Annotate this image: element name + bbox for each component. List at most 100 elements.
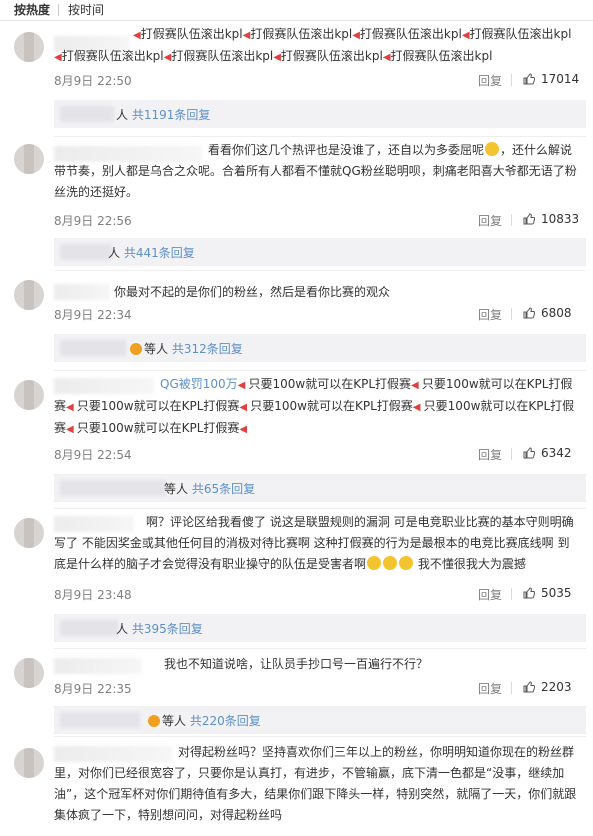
sub-replies-count: 共65条回复 — [191, 482, 256, 496]
thumbs-up-icon[interactable] — [523, 73, 535, 85]
action-separator — [511, 214, 512, 226]
emoji-icon — [383, 556, 398, 570]
avatar[interactable] — [14, 144, 44, 174]
thumbs-up-icon[interactable] — [523, 307, 535, 319]
emoji-icon — [367, 556, 382, 570]
sub-replies-bar[interactable]: 等人 共312条回复 — [54, 334, 586, 362]
avatar[interactable] — [14, 748, 44, 778]
comment-text-part: 打假赛队伍滚出kpl — [61, 49, 164, 63]
comment-text: 看看你们这几个热评也是没谁了，还自以为多委屈呢 ，还什么解说带节奏，别人都是乌合之… — [54, 140, 579, 203]
sub-replies-bar[interactable]: 人 共441条回复 — [54, 238, 586, 266]
comment-divider — [54, 270, 586, 271]
user-badge-icon — [148, 715, 160, 727]
speaker-icon: ◀ — [66, 424, 77, 435]
action-separator — [511, 682, 512, 694]
emoji-icon — [485, 142, 500, 156]
comment-date: 8月9日 23:48 — [54, 588, 132, 602]
action-separator — [511, 74, 512, 86]
comment-text-part: 只要100w就可以在KPL打假赛 — [76, 421, 240, 435]
sub-replies-link[interactable]: 等人 共65条回复 — [164, 480, 255, 497]
like-count: 17014 — [541, 72, 580, 86]
comment-text-part: 只要100w就可以在KPL打假赛 — [76, 399, 240, 413]
sub-replies-count: 共220条回复 — [189, 714, 261, 728]
sub-replies-link[interactable]: 等人 共312条回复 — [130, 340, 243, 357]
like-count: 5035 — [541, 586, 572, 600]
sub-replies-count: 共312条回复 — [171, 342, 243, 356]
speaker-icon: ◀ — [239, 402, 251, 413]
comment-divider — [54, 508, 586, 509]
thumbs-up-icon[interactable] — [523, 587, 535, 599]
action-separator — [511, 588, 512, 600]
sub-replies-prefix: 等人 — [164, 482, 192, 496]
emoji-icon — [399, 556, 414, 570]
comment-date: 8月9日 22:35 — [54, 682, 132, 696]
reply-button[interactable]: 回复 — [478, 446, 502, 463]
sub-reply-users-blurred — [60, 620, 118, 636]
comment-text: ◀打假赛队伍滚出kpl◀打假赛队伍滚出kpl◀打假赛队伍滚出kpl◀打假赛队伍滚… — [54, 24, 579, 68]
sub-replies-prefix: 等人 — [162, 714, 190, 728]
sub-replies-count: 共1191条回复 — [131, 108, 211, 122]
reply-button[interactable]: 回复 — [478, 680, 502, 697]
avatar[interactable] — [14, 518, 44, 548]
speaker-icon: ◀ — [412, 402, 424, 413]
speaker-icon: ◀ — [54, 52, 62, 63]
sub-replies-link[interactable]: 人 共1191条回复 — [116, 106, 210, 123]
comment-text-part: 看看你们这几个热评也是没谁了，还自以为多委屈呢 — [208, 143, 485, 157]
comment-text-part: 我不懂很我大为震撼 — [417, 557, 526, 571]
sub-replies-link[interactable]: 等人 共220条回复 — [148, 712, 261, 729]
comment-text-part: 对得起粉丝吗？坚持喜欢你们三年以上的粉丝，你明明知道你现在的粉丝群里，对你们已经… — [54, 745, 577, 822]
thumbs-up-icon[interactable] — [523, 681, 535, 693]
comment-text-part: 打假赛队伍滚出kpl — [469, 27, 572, 41]
comment-text-part: 打假赛队伍滚出kpl — [390, 49, 493, 63]
sub-replies-link[interactable]: 人 共441条回复 — [108, 244, 195, 261]
thumbs-up-icon[interactable] — [523, 447, 535, 459]
sub-reply-users-blurred — [60, 106, 114, 122]
sub-replies-count: 共441条回复 — [123, 246, 195, 260]
comment-text-part: 打假赛队伍滚出kpl — [359, 27, 462, 41]
user-badge-icon — [130, 343, 142, 355]
reply-button[interactable]: 回复 — [478, 212, 502, 229]
like-count: 2203 — [541, 680, 572, 694]
sub-reply-users-blurred — [60, 340, 126, 356]
sub-replies-link[interactable]: 人 共395条回复 — [116, 620, 203, 637]
speaker-icon: ◀ — [411, 380, 422, 391]
tab-sort-by-hot[interactable]: 按热度 — [14, 1, 50, 18]
sub-replies-bar[interactable]: 等人 共220条回复 — [54, 706, 586, 734]
comment-text: 我也不知道说啥，让队员手抄口号一百遍行不行？ — [54, 654, 579, 675]
comment-text: 你最对不起的是你们的粉丝，然后是看你比赛的观众 — [54, 282, 579, 303]
comment-date: 8月9日 22:54 — [54, 448, 132, 462]
like-count: 10833 — [541, 212, 580, 226]
comment-date: 8月9日 22:34 — [54, 308, 132, 322]
comment-divider — [54, 736, 586, 737]
reply-button[interactable]: 回复 — [478, 306, 502, 323]
sub-replies-prefix: 等人 — [144, 342, 172, 356]
speaker-icon: ◀ — [239, 424, 248, 435]
avatar[interactable] — [14, 280, 44, 310]
sub-reply-users-blurred — [60, 244, 112, 260]
sub-replies-bar[interactable]: 等人 共65条回复 — [54, 474, 586, 502]
speaker-icon: ◀ — [461, 30, 470, 41]
sub-replies-bar[interactable]: 人 共1191条回复 — [54, 100, 586, 128]
comment-text: 啊？评论区给我看傻了 说这是联盟规则的漏洞 可是电竞职业比赛的基本守则明确写了 … — [54, 512, 579, 575]
avatar[interactable] — [14, 32, 44, 62]
reply-button[interactable]: 回复 — [478, 72, 502, 89]
comment-date: 8月9日 22:56 — [54, 214, 132, 228]
comment-divider — [54, 648, 586, 649]
thumbs-up-icon[interactable] — [523, 213, 535, 225]
avatar[interactable] — [14, 380, 44, 410]
action-separator — [511, 448, 512, 460]
tab-sort-by-time[interactable]: 按时间 — [68, 1, 104, 18]
sub-reply-users-blurred — [60, 712, 140, 728]
keyword-link[interactable]: QG被罚100万 — [160, 377, 238, 391]
comment-text: QG被罚100万◀ 只要100w就可以在KPL打假赛◀ 只要100w就可以在KP… — [54, 374, 579, 440]
sub-replies-bar[interactable]: 人 共395条回复 — [54, 614, 586, 642]
tab-separator — [58, 4, 59, 16]
comment-divider — [54, 136, 586, 137]
sub-replies-prefix: 人 — [116, 622, 132, 636]
like-count: 6342 — [541, 446, 572, 460]
reply-button[interactable]: 回复 — [478, 586, 502, 603]
comment-text-part: 只要100w就可以在KPL打假赛 — [250, 399, 413, 413]
speaker-icon: ◀ — [382, 52, 391, 63]
sort-tabs: 按热度 按时间 — [0, 0, 593, 20]
avatar[interactable] — [14, 658, 44, 688]
